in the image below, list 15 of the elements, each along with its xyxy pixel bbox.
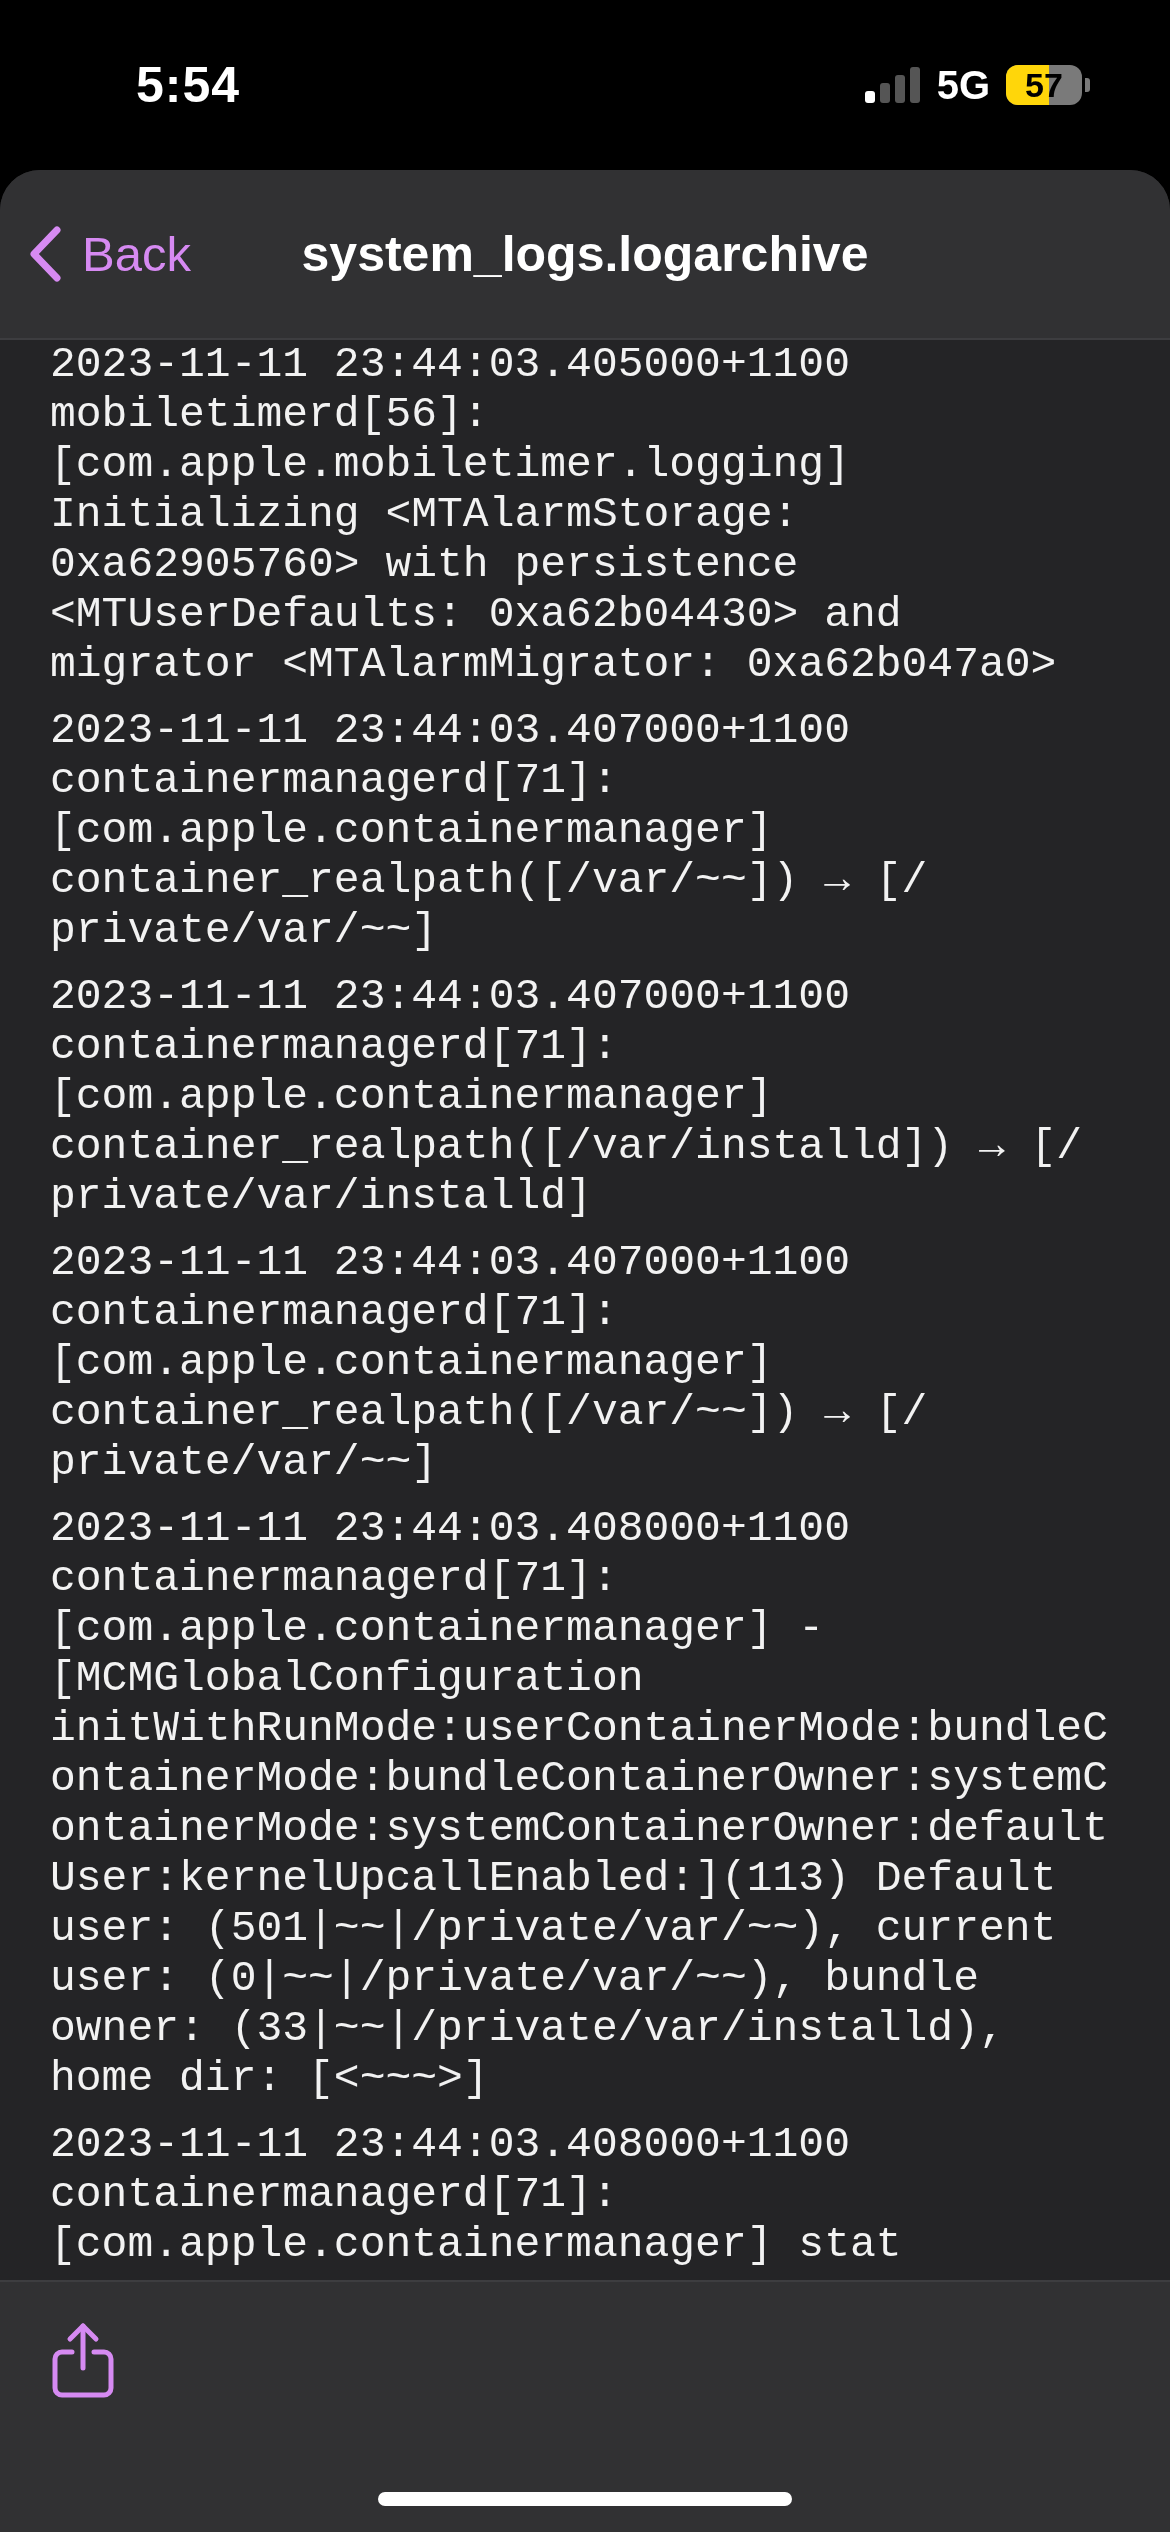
log-entry: 2023-11-11 23:44:03.407000+1100 containermanagerd[71]: [com.apple.containermanager] container_realpath([/var/~~]) → [/ private/var/~~] bbox=[50, 1238, 928, 1488]
log-entry: 2023-11-11 23:44:03.407000+1100 containermanagerd[71]: [com.apple.containermanager] container_realpath([/var/~~]) → [/ private/var/~~] bbox=[50, 706, 928, 956]
network-label: 5G bbox=[936, 62, 990, 108]
nav-title: system_logs.logarchive bbox=[301, 225, 869, 283]
share-icon bbox=[52, 2322, 114, 2398]
back-button[interactable]: Back bbox=[28, 225, 191, 283]
log-entry: 2023-11-11 23:44:03.407000+1100 containermanagerd[71]: [com.apple.containermanager] container_realpath([/var/installd]) → [/ private/var/installd] bbox=[50, 972, 1083, 1222]
status-time: 5:54 bbox=[136, 56, 241, 114]
chevron-left-icon bbox=[28, 225, 62, 283]
log-entry: 2023-11-11 23:44:03.408000+1100 containermanagerd[71]: [com.apple.containermanager] stat bbox=[50, 2120, 902, 2270]
log-entry: 2023-11-11 23:44:03.405000+1100 mobiletimerd[56]: [com.apple.mobiletimer.logging] Initializing <MTAlarmStorage: 0xa62905760> with persistence <MTUserDefaults: 0xa62b04430> and migrator <MTAlarmMigrator: 0xa62b047a0> bbox=[50, 340, 1057, 690]
share-button[interactable] bbox=[52, 2322, 114, 2398]
battery-indicator: 57 bbox=[1006, 65, 1090, 105]
signal-icon bbox=[864, 67, 921, 103]
log-entry: 2023-11-11 23:44:03.408000+1100 containermanagerd[71]: [com.apple.containermanager] - [MCMGlobalConfiguration initWithRunMode:userContainerMode:bundleC ontainerMode:bundleContainerOwner:systemC ontainerMode:systemContainerOwner:default User:kernelUpcallEnabled:](113) Default user: (501|~~|/private/var/~~), current user: (0|~~|/private/var/~~), bundle owner: (33|~~|/private/var/installd), home dir: [<~~~>] bbox=[50, 1504, 1108, 2104]
